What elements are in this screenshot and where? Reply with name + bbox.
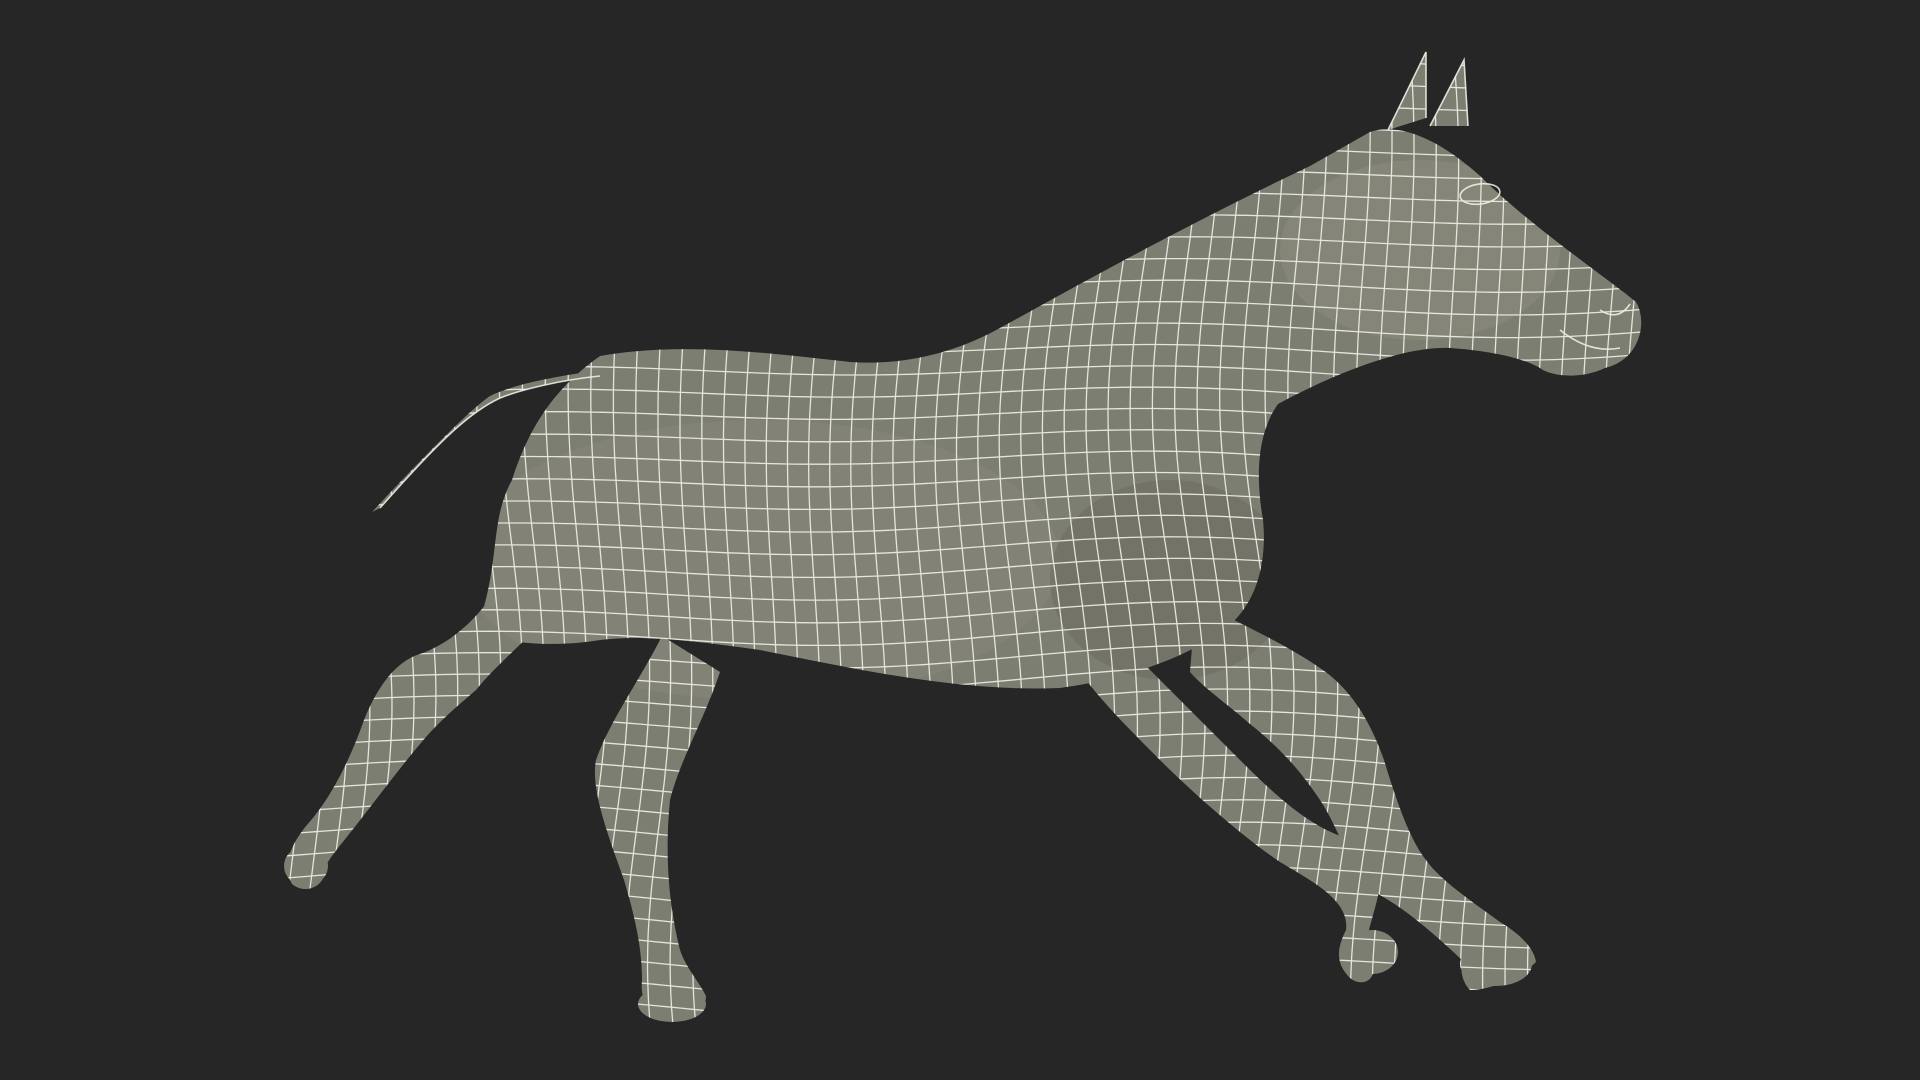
mesh-edge xyxy=(284,754,1642,781)
mesh-edge xyxy=(284,732,1642,759)
mesh-edge xyxy=(1640,52,1642,1022)
mesh-edge xyxy=(284,162,1642,188)
mesh-edge xyxy=(284,799,1642,826)
mesh-edge xyxy=(1264,52,1295,1022)
mesh-edge xyxy=(284,94,1642,121)
mesh-edge xyxy=(284,821,1642,848)
mesh-edge xyxy=(284,72,1642,99)
mesh-edge xyxy=(228,7,257,1080)
mesh-edge xyxy=(196,1063,1711,1080)
mesh-edge xyxy=(361,52,393,1022)
render-canvas xyxy=(184,0,1713,1080)
mesh-edge xyxy=(1594,52,1619,1022)
mesh-edge xyxy=(284,776,1642,804)
mesh-edge xyxy=(284,996,1642,1022)
mesh-edge xyxy=(284,52,1642,54)
mesh-edge xyxy=(405,52,437,1022)
mesh-edge xyxy=(206,8,236,1080)
mesh-edge xyxy=(448,52,481,1022)
mesh-edge xyxy=(284,117,1642,143)
mesh-edge xyxy=(284,1018,1642,1022)
mesh-edge xyxy=(1526,52,1552,1022)
mesh-edge xyxy=(1504,52,1531,1022)
mesh-edge xyxy=(1572,52,1597,1022)
mesh-edge xyxy=(294,52,326,1022)
mesh-edge xyxy=(426,52,459,1022)
mesh-edge xyxy=(384,52,415,1022)
mesh-edge xyxy=(284,139,1642,166)
mesh-edge xyxy=(1617,52,1642,1022)
mesh-edge xyxy=(184,9,214,1080)
mesh-edge xyxy=(250,5,280,1080)
mesh-edge xyxy=(284,52,304,1022)
mesh-edge xyxy=(316,52,349,1022)
mesh-edge xyxy=(1664,1,1687,1079)
mesh-edge xyxy=(1285,52,1317,1022)
mesh-edge xyxy=(208,7,1713,31)
mesh-edge xyxy=(284,843,1642,870)
mesh-edge xyxy=(284,865,1642,892)
mesh-edge xyxy=(339,52,371,1022)
mesh-edge xyxy=(1549,52,1574,1022)
mesh-edge xyxy=(195,1041,1709,1065)
horse-silhouette xyxy=(184,0,1713,1080)
mesh-edge xyxy=(284,52,1642,76)
3d-viewport xyxy=(0,0,1920,1080)
mesh-edge xyxy=(1687,0,1709,1078)
horse-model xyxy=(184,0,1713,1080)
